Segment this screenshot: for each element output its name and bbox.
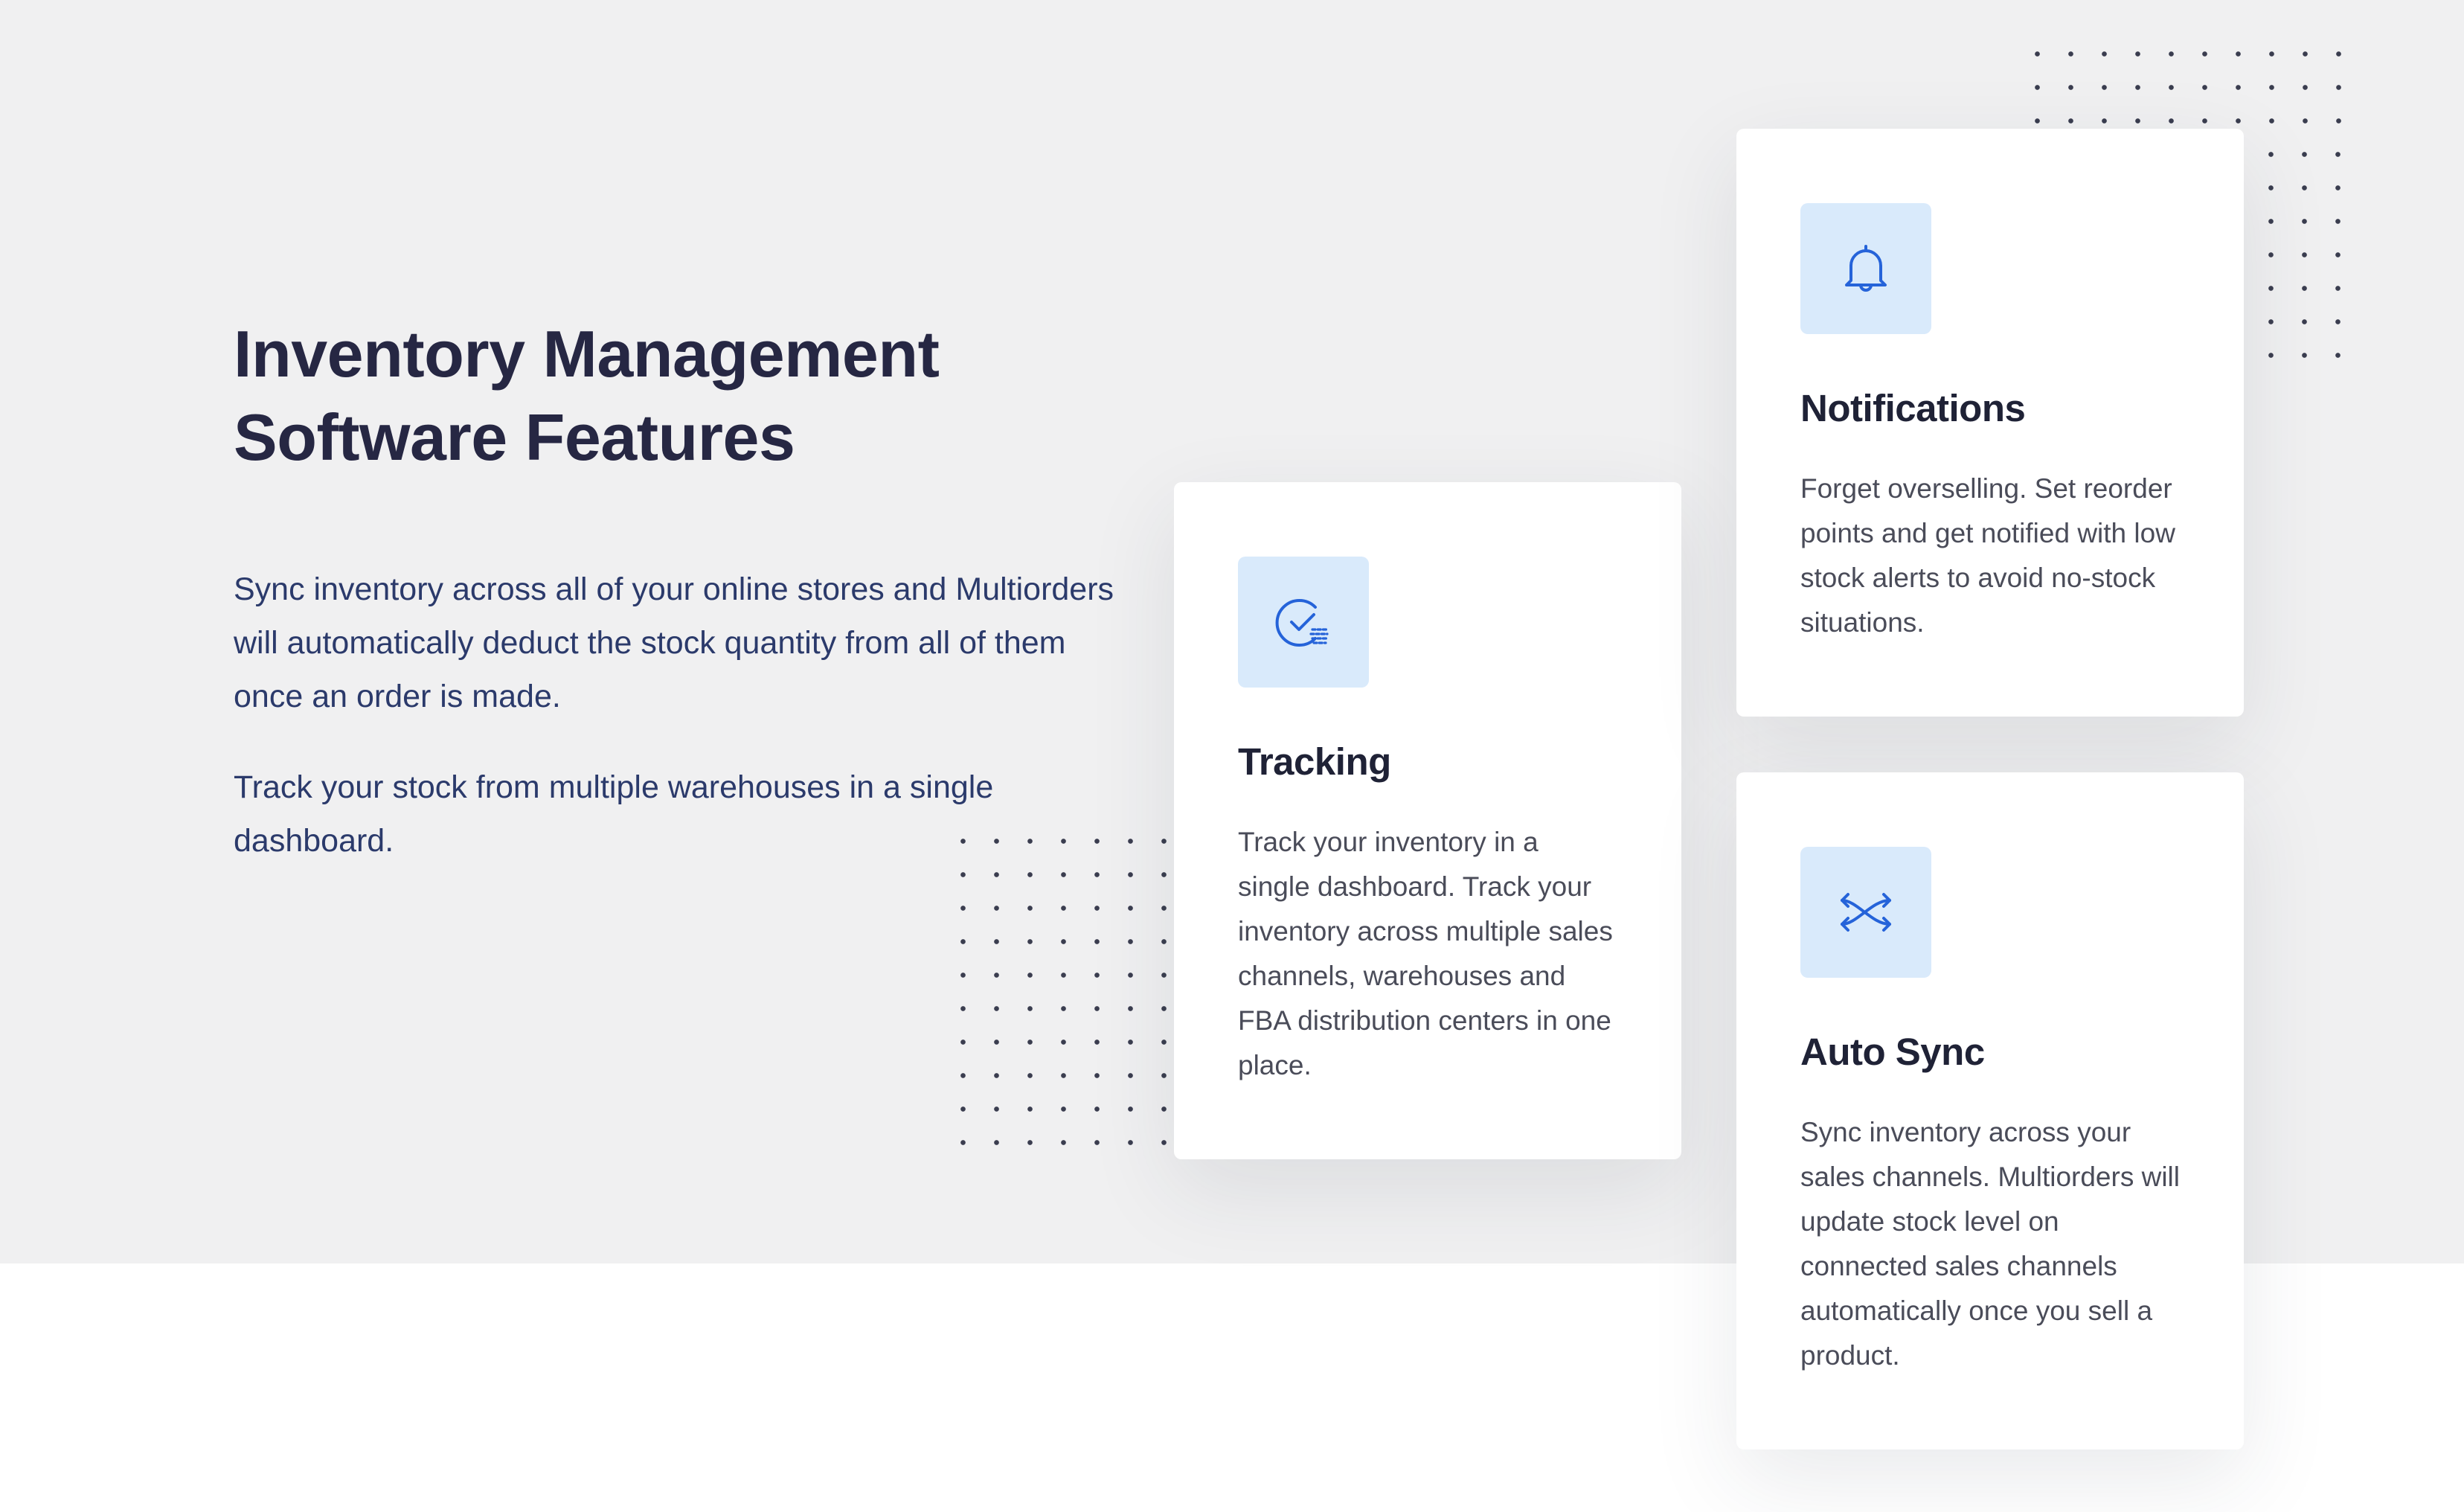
icon-tile [1238, 557, 1369, 688]
card-title: Notifications [1800, 387, 2026, 429]
feature-card-notifications: Notifications Forget overselling. Set re… [1736, 129, 2244, 717]
decorative-dot-grid [946, 824, 1173, 1167]
feature-card-tracking: Tracking Track your inventory in a singl… [1174, 482, 1681, 1159]
bell-icon [1845, 245, 1887, 292]
decorative-dot-grid [2254, 138, 2351, 368]
intro-paragraph: Track your stock from multiple warehouse… [234, 769, 994, 859]
heading-line: Software Features [234, 400, 795, 474]
heading-line: Inventory Management [234, 317, 940, 391]
intro-paragraph: Sync inventory across all of your online… [234, 571, 1114, 714]
card-title: Auto Sync [1800, 1031, 1985, 1073]
card-description: Sync inventory across your sales channel… [1800, 1117, 2180, 1371]
shuffle-icon [1841, 893, 1891, 932]
card-description: Track your inventory in a single dashboa… [1238, 827, 1613, 1080]
icon-tile [1800, 847, 1931, 978]
section-heading: Inventory Management Software Features [234, 313, 1126, 479]
clock-check-icon [1275, 599, 1329, 647]
card-description: Forget overselling. Set reorder points a… [1800, 473, 2175, 638]
card-title: Tracking [1238, 740, 1391, 783]
icon-tile [1800, 203, 1931, 334]
feature-card-auto-sync: Auto Sync Sync inventory across your sal… [1736, 772, 2244, 1449]
